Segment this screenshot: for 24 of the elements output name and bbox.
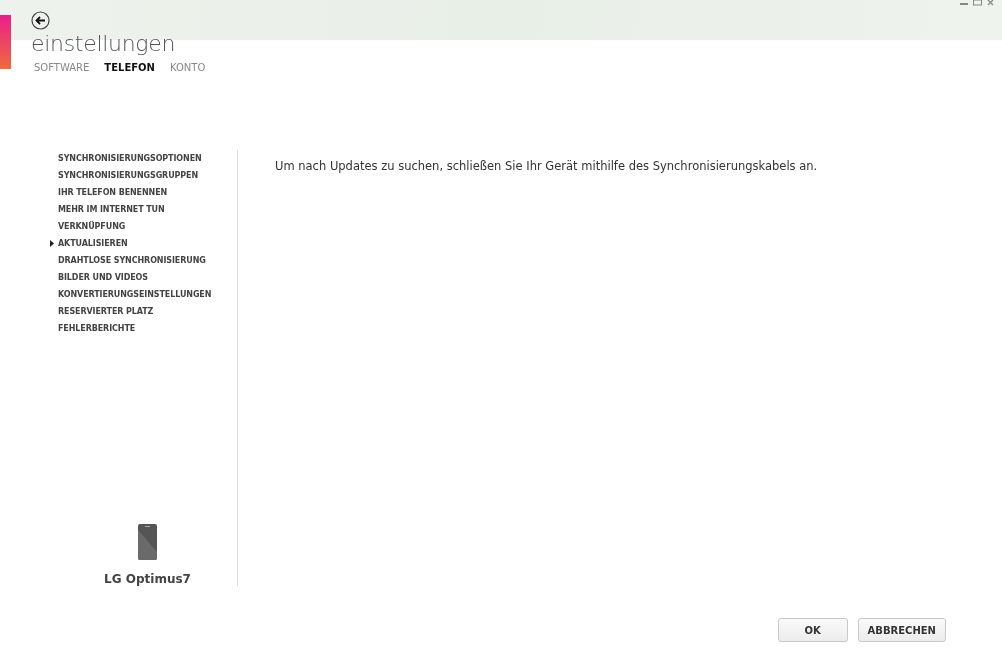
- settings-item[interactable]: BILDER UND VIDEOS: [58, 271, 237, 284]
- settings-item[interactable]: FEHLERBERICHTE: [58, 322, 237, 335]
- back-icon[interactable]: [31, 11, 50, 30]
- update-message: Um nach Updates zu suchen, schließen Sie Ihr Gerät mithilfe des Synchronisierungskabels an.: [275, 159, 818, 175]
- settings-item[interactable]: AKTUALISIEREN: [58, 237, 237, 250]
- accent-bar: [0, 15, 11, 69]
- settings-item[interactable]: SYNCHRONISIERUNGSGRUPPEN: [58, 169, 237, 182]
- tab[interactable]: SOFTWARE: [34, 62, 90, 73]
- settings-item[interactable]: SYNCHRONISIERUNGSOPTIONEN: [58, 152, 237, 165]
- maximize-icon[interactable]: [973, 0, 982, 6]
- settings-item[interactable]: VERKNÜPFUNG: [58, 220, 237, 233]
- settings-item[interactable]: RESERVIERTER PLATZ: [58, 305, 237, 318]
- cancel-button[interactable]: ABBRECHEN: [857, 618, 946, 642]
- tab[interactable]: KONTO: [169, 62, 206, 73]
- tab[interactable]: TELEFON: [104, 62, 155, 73]
- phone-icon: [138, 524, 157, 560]
- settings-item[interactable]: DRAHTLOSE SYNCHRONISIERUNG: [58, 254, 237, 267]
- device-name: LG Optimus7: [104, 572, 191, 586]
- page-title: einstellungen: [31, 30, 176, 58]
- settings-item[interactable]: KONVERTIERUNGSEINSTELLUNGEN: [58, 288, 237, 301]
- close-icon[interactable]: [987, 0, 994, 6]
- ok-button[interactable]: OK: [777, 618, 848, 642]
- settings-item[interactable]: IHR TELEFON BENENNEN: [58, 186, 237, 199]
- settings-item[interactable]: MEHR IM INTERNET TUN: [58, 203, 237, 216]
